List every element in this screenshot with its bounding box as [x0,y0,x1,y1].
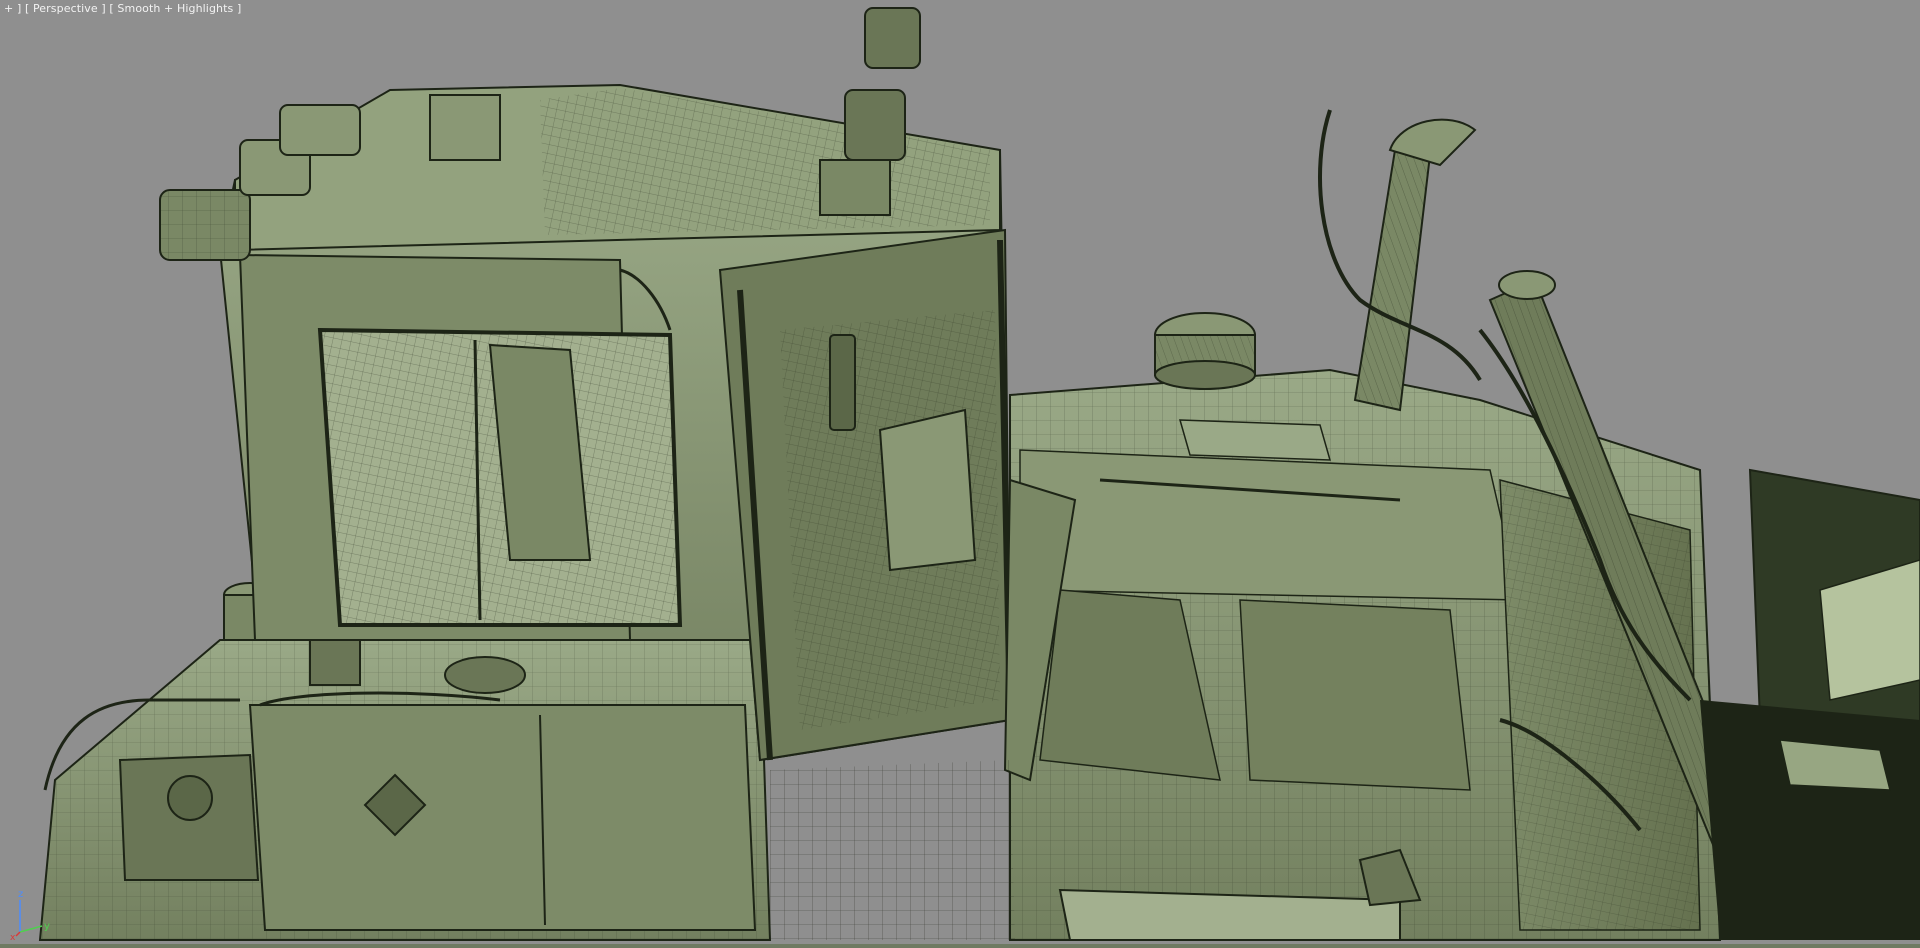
label-bracket: [ [24,2,30,15]
model-wireframe-scene[interactable] [0,0,1920,948]
rear-attachment [1700,468,1920,940]
air-intake-cap[interactable] [1154,312,1256,390]
label-bracket: ] [101,2,106,15]
engine-hood[interactable] [1009,368,1722,941]
viewport-label: + ] [ Perspective ] [ Smooth + Highlight… [4,2,241,15]
label-bracket: ] [16,2,22,15]
viewport-shading-mode[interactable]: Smooth + Highlights [117,2,233,15]
axis-z-label: z [18,889,23,900]
viewport-view-name[interactable]: Perspective [33,2,98,15]
label-bracket: [ [109,2,114,15]
label-bracket: ] [236,2,242,15]
axis-y-line [19,925,43,933]
viewport-bottom-edge [0,944,1920,948]
axis-y-label: y [44,921,50,932]
side-mirror [829,334,856,431]
axis-x-line [15,931,21,937]
axis-gizmo: z y x [10,889,50,940]
viewport-menu-plus[interactable]: + [4,2,13,15]
viewport-perspective[interactable]: + ] [ Perspective ] [ Smooth + Highlight… [0,0,1920,948]
axis-x-label: x [10,933,16,940]
exhaust-stack-left[interactable] [1353,118,1477,412]
